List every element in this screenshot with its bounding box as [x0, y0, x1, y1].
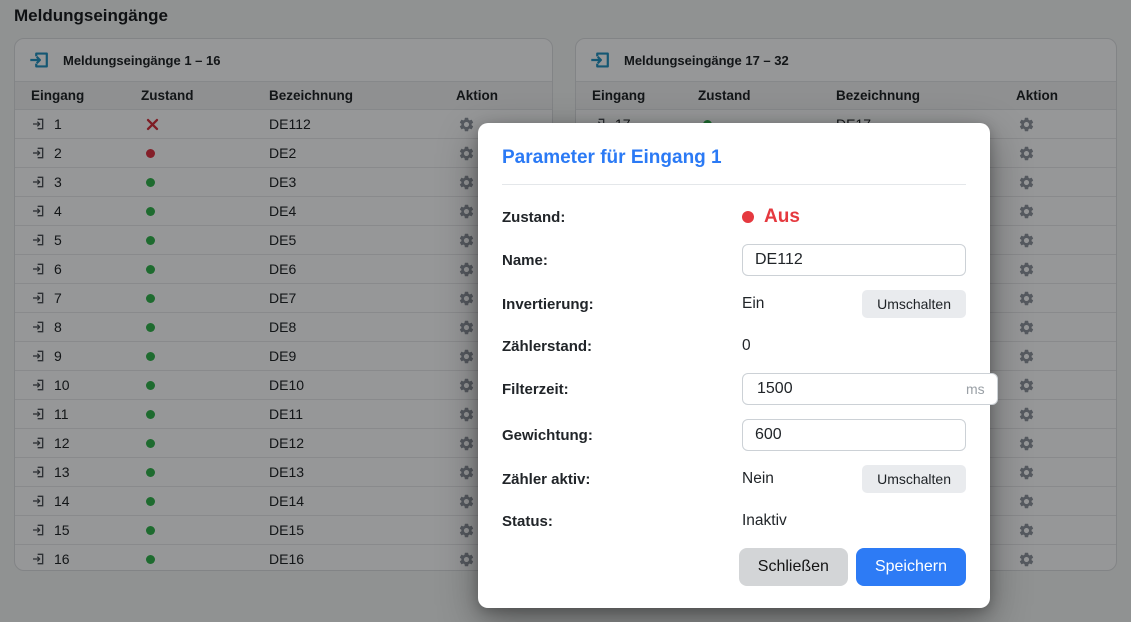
zaehlerstand-value: 0 [742, 337, 966, 355]
field-gewichtung: Gewichtung: [502, 419, 966, 451]
filterzeit-unit: ms [966, 381, 985, 397]
field-filterzeit: Filterzeit: ms [502, 373, 966, 405]
field-zaehler-aktiv: Zähler aktiv: Nein Umschalten [502, 465, 966, 493]
parameter-dialog: Parameter für Eingang 1 Zustand: Aus Nam… [478, 123, 990, 608]
divider [502, 184, 966, 185]
filterzeit-label: Filterzeit: [502, 381, 742, 398]
field-zaehlerstand: Zählerstand: 0 [502, 335, 966, 357]
gewichtung-label: Gewichtung: [502, 427, 742, 444]
field-name: Name: [502, 244, 966, 276]
field-status: Status: Inaktiv [502, 510, 966, 532]
state-off-dot [742, 211, 754, 223]
name-label: Name: [502, 252, 742, 269]
close-button[interactable]: Schließen [739, 548, 848, 586]
field-zustand: Zustand: Aus [502, 204, 966, 230]
zaehler-aktiv-toggle-button[interactable]: Umschalten [862, 465, 966, 493]
status-value: Inaktiv [742, 512, 966, 530]
zaehler-aktiv-value: Nein [742, 470, 774, 488]
field-invertierung: Invertierung: Ein Umschalten [502, 290, 966, 318]
status-label: Status: [502, 513, 742, 530]
zustand-value: Aus [742, 206, 966, 228]
zustand-label: Zustand: [502, 209, 742, 226]
save-button[interactable]: Speichern [856, 548, 966, 586]
dialog-title: Parameter für Eingang 1 [502, 147, 966, 169]
filterzeit-input-group: ms [742, 373, 998, 405]
invertierung-value: Ein [742, 295, 764, 313]
gewichtung-input[interactable] [742, 419, 966, 451]
dialog-footer: Schließen Speichern [502, 548, 966, 586]
zaehlerstand-label: Zählerstand: [502, 338, 742, 355]
invertierung-toggle-button[interactable]: Umschalten [862, 290, 966, 318]
filterzeit-input[interactable] [755, 379, 966, 399]
name-input[interactable] [742, 244, 966, 276]
zaehler-aktiv-label: Zähler aktiv: [502, 471, 742, 488]
invertierung-label: Invertierung: [502, 296, 742, 313]
